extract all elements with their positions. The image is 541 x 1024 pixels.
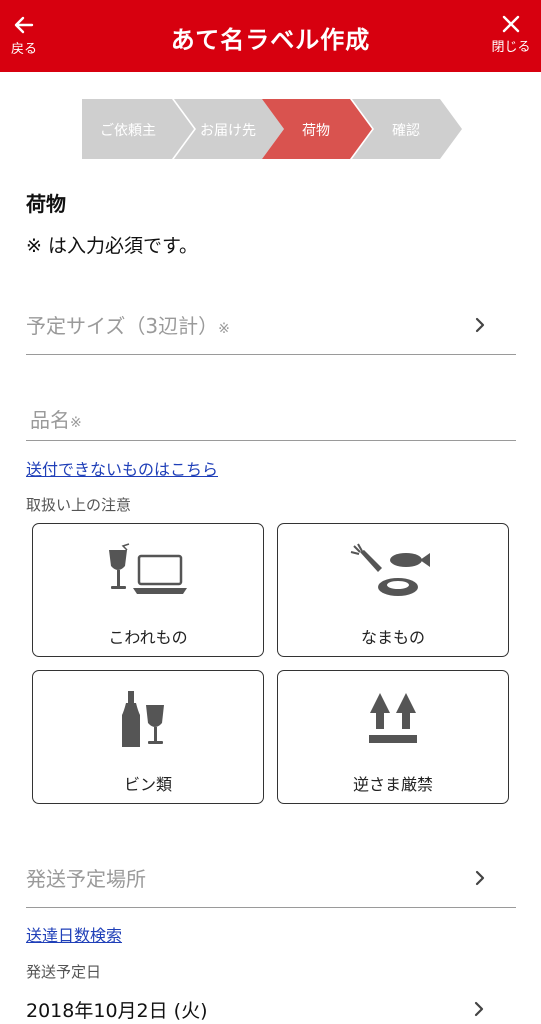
close-label: 閉じる bbox=[491, 40, 531, 55]
size-select[interactable]: 予定サイズ（3辺計）※ bbox=[26, 300, 516, 355]
handling-this-side-up-button[interactable]: 逆さま厳禁 bbox=[277, 670, 509, 804]
step-label: ご依頼主 bbox=[100, 123, 156, 139]
close-button[interactable]: 閉じる bbox=[487, 14, 535, 55]
shipping-date-label: 発送予定日 bbox=[26, 963, 102, 981]
page-title: あて名ラベル作成 bbox=[170, 26, 371, 54]
shipping-place-placeholder: 発送予定場所 bbox=[26, 867, 146, 891]
handling-fragile-button[interactable]: こわれもの bbox=[32, 523, 264, 657]
this-side-up-icon bbox=[369, 693, 417, 743]
step-label: お届け先 bbox=[200, 123, 256, 139]
chevron-right-icon[interactable] bbox=[473, 1001, 485, 1017]
bottles-icon bbox=[122, 691, 164, 747]
step-label: 確認 bbox=[392, 123, 420, 139]
item-name-input[interactable]: 品名※ bbox=[26, 392, 516, 441]
handling-label: ビン類 bbox=[123, 775, 172, 794]
required-note: ※ は入力必須です。 bbox=[26, 235, 199, 257]
app-header: 戻る あて名ラベル作成 閉じる bbox=[0, 0, 541, 72]
item-name-placeholder: 品名※ bbox=[30, 408, 82, 432]
fragile-icon bbox=[109, 543, 187, 594]
handling-perishable-button[interactable]: なまもの bbox=[277, 523, 509, 657]
perishable-icon bbox=[350, 543, 430, 596]
handling-label: なまもの bbox=[360, 628, 425, 647]
step-confirm: 確認 bbox=[352, 99, 462, 159]
handling-label: こわれもの bbox=[108, 628, 188, 647]
step-label: 荷物 bbox=[302, 123, 330, 139]
chevron-right-icon bbox=[475, 317, 485, 333]
handling-label: 取扱い上の注意 bbox=[26, 496, 132, 514]
required-mark: ※ bbox=[218, 321, 230, 337]
size-placeholder: 予定サイズ（3辺計）※ bbox=[26, 314, 230, 338]
handling-bottles-button[interactable]: ビン類 bbox=[32, 670, 264, 804]
shipping-place-select[interactable]: 発送予定場所 bbox=[26, 853, 516, 908]
shipping-date-value[interactable]: 2018年10月2日 (火) bbox=[26, 996, 207, 1023]
handling-label: 逆さま厳禁 bbox=[352, 775, 433, 794]
close-icon bbox=[502, 15, 520, 33]
progress-stepper: ご依頼主 お届け先 荷物 確認 bbox=[82, 99, 462, 159]
delivery-days-search-link[interactable]: 送達日数検索 bbox=[26, 922, 122, 946]
prohibited-items-link[interactable]: 送付できないものはこちら bbox=[26, 456, 218, 480]
section-title: 荷物 bbox=[26, 192, 66, 216]
required-mark: ※ bbox=[70, 415, 82, 431]
chevron-right-icon bbox=[475, 870, 485, 886]
